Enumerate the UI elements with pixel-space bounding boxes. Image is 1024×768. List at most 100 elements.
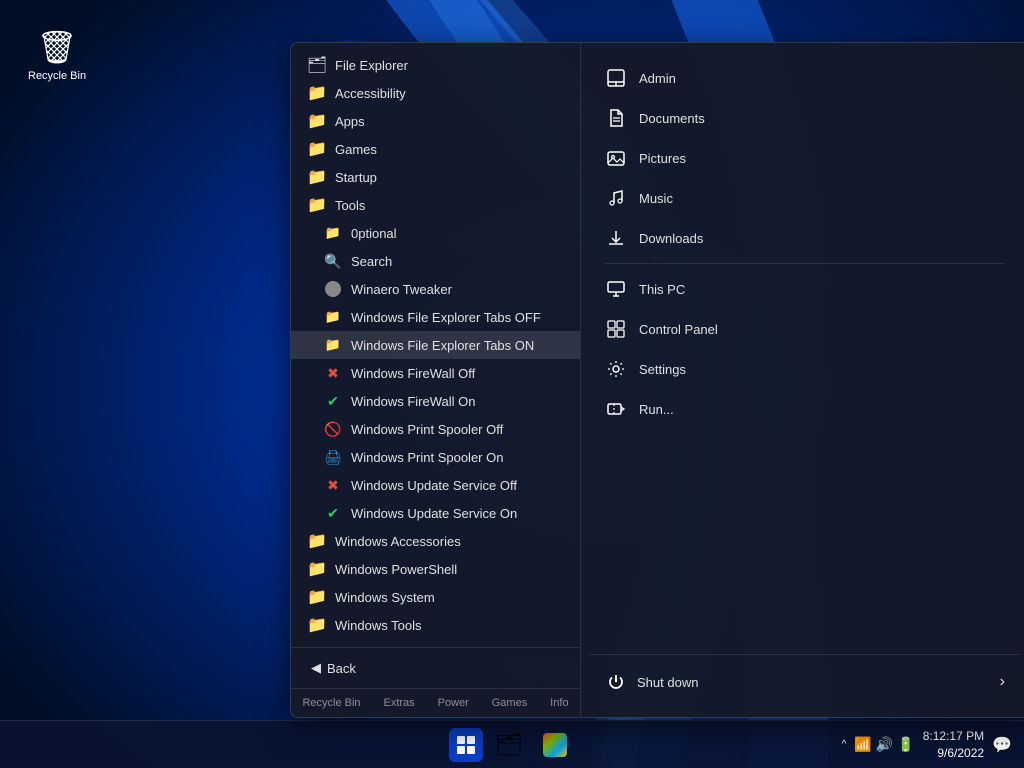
print-spooler-off-icon: 🚫 [323,419,343,439]
start-menu-left-panel: 🗂 File Explorer 📁 Accessibility 📁 Apps 📁… [291,43,581,717]
menu-item-file-explorer[interactable]: 🗂 File Explorer [291,51,580,79]
music-label: Music [639,191,673,206]
right-item-pictures[interactable]: Pictures [589,139,1021,177]
menu-item-tools[interactable]: 📁 Tools [291,191,580,219]
shutdown-label: Shut down [637,675,698,690]
system-clock[interactable]: 8:12:17 PM 9/6/2022 [923,728,984,762]
explorer-tabs-off-icon: 📁 [323,307,343,327]
search-icon: 🔍 [323,251,343,271]
run-icon [605,398,627,420]
menu-item-windows-system[interactable]: 📁 Windows System [291,583,580,611]
taskbar-center: 🗂 [449,725,575,765]
menu-item-windows-powershell[interactable]: 📁 Windows PowerShell [291,555,580,583]
recycle-bin-label: Recycle Bin [28,70,86,82]
taskbar-store-button[interactable] [535,725,575,765]
taskbar: 🗂 ^ 📶 🔊 🔋 8:12:17 PM 9/6/2022 💬 [0,720,1024,768]
taskbar-file-explorer-button[interactable]: 🗂 [489,725,529,765]
startup-icon: 📁 [307,167,327,187]
tab-power[interactable]: Power [430,695,477,711]
firewall-off-icon: ✖ [323,363,343,383]
clock-time: 8:12:17 PM [923,728,984,745]
taskbar-right: ^ 📶 🔊 🔋 8:12:17 PM 9/6/2022 💬 [838,728,1024,762]
battery-icon[interactable]: 🔋 [897,736,914,753]
shutdown-arrow-icon: › [1000,673,1005,691]
menu-item-windows-tools[interactable]: 📁 Windows Tools [291,611,580,639]
firewall-on-icon: ✔ [323,391,343,411]
start-menu: 🗂 File Explorer 📁 Accessibility 📁 Apps 📁… [290,42,1024,718]
windows-start-button[interactable] [449,728,483,762]
right-item-control-panel[interactable]: Control Panel [589,310,1021,348]
right-item-settings[interactable]: Settings [589,350,1021,388]
this-pc-label: This PC [639,282,685,297]
this-pc-icon [605,278,627,300]
recycle-bin-desktop-icon[interactable]: 🗑 Recycle Bin [20,20,94,90]
accessibility-icon: 📁 [307,83,327,103]
start-menu-items-list: 🗂 File Explorer 📁 Accessibility 📁 Apps 📁… [291,43,580,647]
control-panel-label: Control Panel [639,322,718,337]
right-item-admin[interactable]: Admin [589,59,1021,97]
menu-item-search[interactable]: 🔍 Search [291,247,580,275]
menu-item-explorer-tabs-off[interactable]: 📁 Windows File Explorer Tabs OFF [291,303,580,331]
menu-item-print-spooler-off[interactable]: 🚫 Windows Print Spooler Off [291,415,580,443]
accessories-icon: 📁 [307,531,327,551]
menu-item-print-spooler-on[interactable]: 🖨 Windows Print Spooler On [291,443,580,471]
start-menu-right-panel: Admin Documents P [581,43,1024,717]
back-label: Back [327,661,356,676]
explorer-tabs-on-icon: 📁 [323,335,343,355]
system-icon: 📁 [307,587,327,607]
print-spooler-on-icon: 🖨 [323,447,343,467]
right-item-downloads[interactable]: Downloads [589,219,1021,257]
optional-icon: 📁 [323,223,343,243]
powershell-icon: 📁 [307,559,327,579]
shutdown-icon [605,671,627,693]
right-item-music[interactable]: Music [589,179,1021,217]
admin-label: Admin [639,71,676,86]
settings-label: Settings [639,362,686,377]
update-on-icon: ✔ [323,503,343,523]
windows-logo-icon [457,736,475,754]
menu-item-accessibility[interactable]: 📁 Accessibility [291,79,580,107]
run-label: Run... [639,402,674,417]
back-button[interactable]: ◀ Back [303,656,364,680]
volume-icon[interactable]: 🔊 [876,736,893,753]
menu-item-firewall-off[interactable]: ✖ Windows FireWall Off [291,359,580,387]
start-menu-tabs: Recycle Bin Extras Power Games Info [291,688,580,717]
menu-item-optional[interactable]: 📁 0ptional [291,219,580,247]
right-panel-bottom: Shut down › [589,654,1021,701]
network-icon[interactable]: 📶 [854,736,871,753]
tab-recycle-bin[interactable]: Recycle Bin [294,695,368,711]
right-item-documents[interactable]: Documents [589,99,1021,137]
right-divider-1 [605,263,1005,264]
tray-expand-button[interactable]: ^ [838,735,851,754]
admin-icon [605,67,627,89]
menu-item-explorer-tabs-on[interactable]: 📁 Windows File Explorer Tabs ON [291,331,580,359]
downloads-icon [605,227,627,249]
tab-extras[interactable]: Extras [375,695,422,711]
menu-item-winaero-tweaker[interactable]: Winaero Tweaker [291,275,580,303]
menu-item-update-off[interactable]: ✖ Windows Update Service Off [291,471,580,499]
shutdown-left: Shut down [605,671,698,693]
system-tray-icons: ^ 📶 🔊 🔋 [838,735,915,754]
documents-icon [605,107,627,129]
menu-item-firewall-on[interactable]: ✔ Windows FireWall On [291,387,580,415]
menu-item-update-on[interactable]: ✔ Windows Update Service On [291,499,580,527]
games-icon: 📁 [307,139,327,159]
menu-item-apps[interactable]: 📁 Apps [291,107,580,135]
menu-item-windows-accessories[interactable]: 📁 Windows Accessories [291,527,580,555]
update-off-icon: ✖ [323,475,343,495]
menu-item-startup[interactable]: 📁 Startup [291,163,580,191]
right-item-this-pc[interactable]: This PC [589,270,1021,308]
downloads-label: Downloads [639,231,703,246]
notification-icon[interactable]: 💬 [992,735,1012,755]
right-item-run[interactable]: Run... [589,390,1021,428]
shutdown-button[interactable]: Shut down › [589,663,1021,701]
apps-icon: 📁 [307,111,327,131]
start-menu-bottom-bar: ◀ Back [291,647,580,688]
tab-games[interactable]: Games [484,695,535,711]
taskbar-store-icon [543,733,567,757]
menu-item-games[interactable]: 📁 Games [291,135,580,163]
taskbar-file-explorer-icon: 🗂 [495,732,523,758]
pictures-label: Pictures [639,151,686,166]
tab-info[interactable]: Info [542,695,576,711]
pictures-icon [605,147,627,169]
